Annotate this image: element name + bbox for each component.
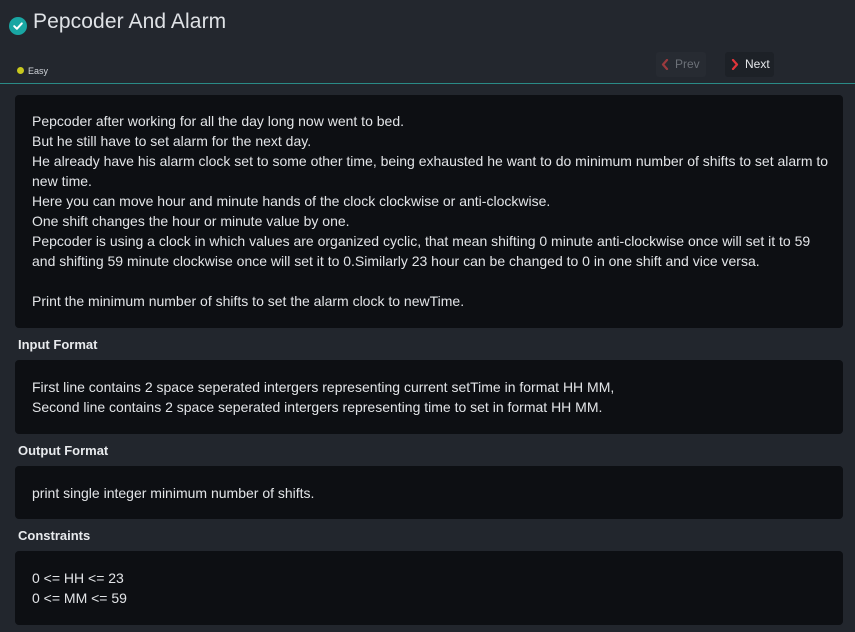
check-circle-icon	[9, 17, 27, 35]
input-format-line: Second line contains 2 space seperated i…	[32, 399, 603, 415]
description-line: Pepcoder is using a clock in which value…	[32, 233, 811, 269]
description-line: But he still have to set alarm for the n…	[32, 133, 312, 149]
next-button[interactable]: Next	[725, 52, 774, 77]
problem-header: Pepcoder And Alarm Easy Prev Next	[0, 0, 855, 84]
description-line: Pepcoder after working for all the day l…	[32, 113, 404, 129]
output-format-heading: Output Format	[18, 443, 109, 458]
constraints-panel: 0 <= HH <= 23 0 <= MM <= 59	[15, 551, 843, 625]
problem-title: Pepcoder And Alarm	[33, 10, 227, 33]
input-format-heading: Input Format	[18, 337, 98, 352]
difficulty-dot-icon	[17, 67, 24, 74]
chevron-right-icon	[731, 59, 739, 70]
next-button-label: Next	[745, 57, 770, 71]
description-line: Print the minimum number of shifts to se…	[32, 293, 465, 309]
constraint-line: 0 <= MM <= 59	[32, 590, 127, 606]
constraint-line: 0 <= HH <= 23	[32, 570, 124, 586]
problem-description: Pepcoder after working for all the day l…	[15, 95, 843, 328]
output-format-line: print single integer minimum number of s…	[32, 485, 315, 501]
prev-button-label: Prev	[675, 57, 700, 71]
description-line: He already have his alarm clock set to s…	[32, 153, 829, 189]
description-line: Here you can move hour and minute hands …	[32, 193, 551, 209]
description-line: One shift changes the hour or minute val…	[32, 213, 350, 229]
chevron-left-icon	[661, 59, 669, 70]
input-format-panel: First line contains 2 space seperated in…	[15, 360, 843, 434]
prev-button[interactable]: Prev	[656, 52, 706, 77]
constraints-heading: Constraints	[18, 528, 91, 543]
input-format-line: First line contains 2 space seperated in…	[32, 379, 615, 395]
output-format-panel: print single integer minimum number of s…	[15, 466, 843, 519]
difficulty-label: Easy	[28, 66, 49, 76]
